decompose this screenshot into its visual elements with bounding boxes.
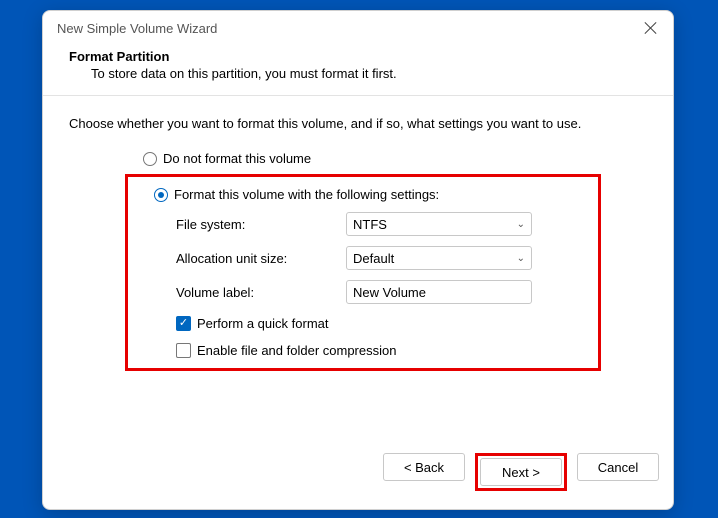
volume-label-label: Volume label: — [176, 285, 346, 300]
compression-row[interactable]: Enable file and folder compression — [176, 343, 590, 358]
volume-label-input[interactable]: New Volume — [346, 280, 532, 304]
chevron-down-icon: ⌄ — [517, 253, 525, 264]
wizard-footer: < Back Next > Cancel — [43, 439, 673, 509]
allocation-value: Default — [353, 251, 517, 266]
next-button[interactable]: Next > — [480, 458, 562, 486]
compression-label: Enable file and folder compression — [197, 343, 396, 358]
quick-format-checkbox[interactable]: ✓ — [176, 316, 191, 331]
radio-format-row[interactable]: Format this volume with the following se… — [154, 187, 590, 202]
titlebar: New Simple Volume Wizard — [43, 11, 673, 45]
radio-no-format[interactable] — [143, 152, 157, 166]
compression-checkbox[interactable] — [176, 343, 191, 358]
back-button-label: < Back — [404, 460, 444, 475]
quick-format-row[interactable]: ✓ Perform a quick format — [176, 316, 590, 331]
cancel-button-label: Cancel — [598, 460, 638, 475]
volume-label-value: New Volume — [353, 285, 426, 300]
close-icon[interactable] — [643, 20, 659, 36]
wizard-window: New Simple Volume Wizard Format Partitio… — [42, 10, 674, 510]
allocation-label: Allocation unit size: — [176, 251, 346, 266]
format-settings: File system: NTFS ⌄ Allocation unit size… — [176, 212, 590, 358]
next-button-label: Next > — [502, 465, 540, 480]
highlighted-settings-box: Format this volume with the following se… — [125, 174, 601, 371]
radio-no-format-row[interactable]: Do not format this volume — [143, 151, 653, 166]
radio-format[interactable] — [154, 188, 168, 202]
radio-no-format-label: Do not format this volume — [163, 151, 311, 166]
page-description: To store data on this partition, you mus… — [69, 66, 647, 81]
window-title: New Simple Volume Wizard — [57, 21, 643, 36]
cancel-button[interactable]: Cancel — [577, 453, 659, 481]
file-system-select[interactable]: NTFS ⌄ — [346, 212, 532, 236]
next-button-highlight: Next > — [475, 453, 567, 491]
instruction-text: Choose whether you want to format this v… — [63, 116, 653, 149]
page-title: Format Partition — [69, 49, 647, 64]
file-system-label: File system: — [176, 217, 346, 232]
allocation-row: Allocation unit size: Default ⌄ — [176, 246, 590, 270]
quick-format-label: Perform a quick format — [197, 316, 329, 331]
wizard-body: Choose whether you want to format this v… — [43, 96, 673, 439]
volume-label-row: Volume label: New Volume — [176, 280, 590, 304]
chevron-down-icon: ⌄ — [517, 219, 525, 230]
file-system-value: NTFS — [353, 217, 517, 232]
radio-format-label: Format this volume with the following se… — [174, 187, 439, 202]
wizard-header: Format Partition To store data on this p… — [43, 45, 673, 95]
allocation-select[interactable]: Default ⌄ — [346, 246, 532, 270]
file-system-row: File system: NTFS ⌄ — [176, 212, 590, 236]
back-button[interactable]: < Back — [383, 453, 465, 481]
